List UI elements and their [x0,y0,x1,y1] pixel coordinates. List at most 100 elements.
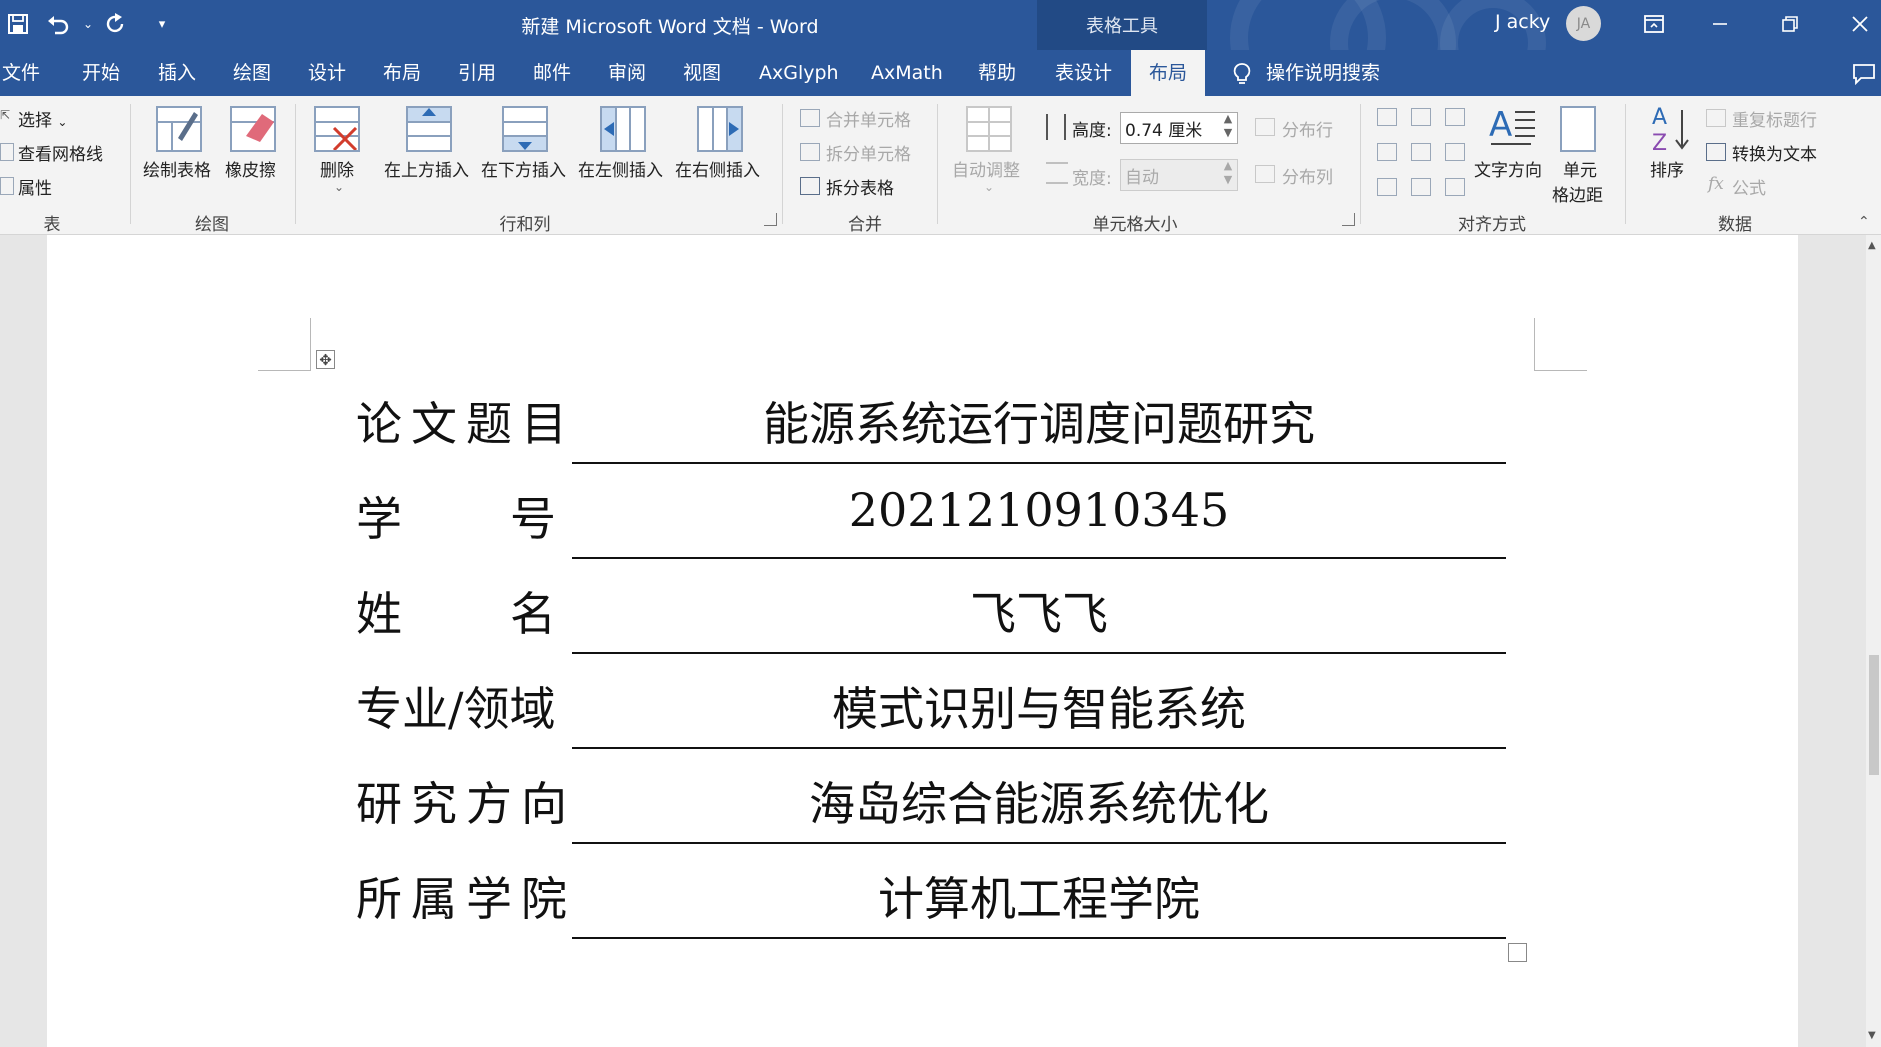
undo-dropdown-icon[interactable]: ⌄ [74,10,102,38]
tab-insert[interactable]: 插入 [146,50,208,96]
formula-icon: fx [1708,174,1724,194]
cell-margins-button[interactable]: 单元 格边距 [1552,156,1603,206]
ribbon-display-options-icon[interactable] [1640,10,1668,38]
vertical-scrollbar[interactable] [1866,235,1881,1047]
cursor-select-icon: ⇱ [0,108,11,122]
align-top-center-icon[interactable] [1411,108,1431,126]
formula-button[interactable]: 公式 [1732,174,1766,199]
eraser-button[interactable]: 橡皮擦 [225,156,276,181]
row-underline [572,842,1506,844]
tab-design[interactable]: 设计 [296,50,358,96]
insert-left-button[interactable]: 在左侧插入 [578,156,663,181]
cell-margins-label-2: 格边距 [1552,186,1603,206]
table-resize-handle[interactable] [1508,943,1527,962]
align-top-right-icon[interactable] [1445,108,1465,126]
tab-mailings[interactable]: 邮件 [521,50,583,96]
select-button[interactable]: 选择 ⌄ [18,106,67,131]
convert-to-text-button[interactable]: 转换为文本 [1732,140,1817,165]
scroll-down-icon[interactable]: ▼ [1868,1030,1876,1041]
tab-references[interactable]: 引用 [446,50,508,96]
properties-button[interactable]: 属性 [18,174,52,199]
save-icon[interactable] [4,10,32,38]
group-separator [937,104,938,224]
collapse-ribbon-icon[interactable]: ⌃ [1858,214,1870,230]
svg-text:Z: Z [1652,131,1667,156]
align-center-icon[interactable] [1411,143,1431,161]
insert-right-icon [697,106,743,152]
customize-qat-icon[interactable]: ▾ [148,10,176,38]
avatar[interactable]: JA [1566,6,1601,41]
height-spinner[interactable]: ▲ ▼ [1218,112,1238,144]
document-title: 新建 Microsoft Word 文档 - Word [521,16,819,38]
align-top-left-icon[interactable] [1377,108,1397,126]
row-label-text: 研究方向 [356,777,576,831]
text-direction-button[interactable]: 文字方向 [1474,156,1542,181]
tab-table-layout[interactable]: 布局 [1131,50,1205,96]
redo-icon[interactable] [102,10,130,38]
group-separator [130,104,131,224]
row-value-name[interactable]: 飞飞飞 [572,578,1506,644]
width-spinner[interactable]: ▲ ▼ [1218,159,1238,191]
cell-size-launcher-icon[interactable] [1342,213,1355,226]
draw-table-button[interactable]: 绘制表格 [143,156,211,181]
group-label-data: 数据 [1718,215,1752,235]
sort-button[interactable]: 排序 [1650,156,1684,181]
split-cells-button[interactable]: 拆分单元格 [826,140,911,165]
row-label-college: 所属学院 [356,863,567,929]
align-center-right-icon[interactable] [1445,143,1465,161]
row-value-college[interactable]: 计算机工程学院 [572,863,1506,929]
group-label-rows-columns: 行和列 [499,215,551,235]
view-gridlines-button[interactable]: 查看网格线 [18,140,103,165]
tab-draw[interactable]: 绘图 [221,50,283,96]
undo-icon[interactable] [44,10,72,38]
tab-axmath[interactable]: AxMath [859,50,955,96]
close-icon[interactable] [1846,10,1874,38]
row-value-title[interactable]: 能源系统运行调度问题研究 [572,388,1506,454]
align-bottom-center-icon[interactable] [1411,178,1431,196]
rows-columns-launcher-icon[interactable] [764,213,777,226]
autofit-button[interactable]: 自动调整 [952,156,1020,181]
insert-right-button[interactable]: 在右侧插入 [675,156,760,181]
merge-cells-button[interactable]: 合并单元格 [826,106,911,131]
tab-home[interactable]: 开始 [70,50,132,96]
height-label: 高度: [1072,121,1112,141]
user-name[interactable]: J acky [1495,11,1550,33]
split-table-button[interactable]: 拆分表格 [826,174,894,199]
distribute-columns-button[interactable]: 分布列 [1282,163,1333,188]
insert-below-button[interactable]: 在下方插入 [481,156,566,181]
distribute-rows-button[interactable]: 分布行 [1282,116,1333,141]
align-bottom-right-icon[interactable] [1445,178,1465,196]
row-value-research-direction[interactable]: 海岛综合能源系统优化 [572,768,1506,834]
tell-me-search[interactable]: 操作说明搜索 [1254,50,1392,96]
delete-button[interactable]: 删除 [320,156,354,181]
scroll-up-icon[interactable]: ▲ [1868,240,1876,251]
restore-icon[interactable] [1776,10,1804,38]
minimize-icon[interactable] [1706,10,1734,38]
insert-above-button[interactable]: 在上方插入 [384,156,469,181]
repeat-header-rows-button[interactable]: 重复标题行 [1732,106,1817,131]
row-value-student-id[interactable]: 2021210910345 [572,483,1506,537]
tab-file[interactable]: 文件 [0,50,52,96]
title-bar: ⌄ ▾ 新建 Microsoft Word 文档 - Word 表格工具 J a… [0,0,1881,50]
tab-view[interactable]: 视图 [671,50,733,96]
table-move-handle-icon[interactable]: ✥ [316,350,335,369]
tab-axglyph[interactable]: AxGlyph [747,50,851,96]
properties-icon [0,177,14,195]
tab-table-design[interactable]: 表设计 [1043,50,1124,96]
row-underline [572,652,1506,654]
tab-review[interactable]: 审阅 [596,50,658,96]
scrollbar-thumb[interactable] [1869,655,1879,775]
tab-help[interactable]: 帮助 [966,50,1028,96]
comments-icon[interactable] [1840,50,1881,96]
align-bottom-left-icon[interactable] [1377,178,1397,196]
group-separator [1360,104,1361,224]
row-value-major[interactable]: 模式识别与智能系统 [572,673,1506,739]
row-label-char: 学 [356,492,402,546]
row-underline [572,747,1506,749]
row-underline [572,557,1506,559]
repeat-header-icon [1706,109,1726,127]
group-label-cell-size: 单元格大小 [1092,215,1178,235]
width-label: 宽度: [1072,169,1112,189]
tab-layout[interactable]: 布局 [371,50,433,96]
align-center-left-icon[interactable] [1377,143,1397,161]
